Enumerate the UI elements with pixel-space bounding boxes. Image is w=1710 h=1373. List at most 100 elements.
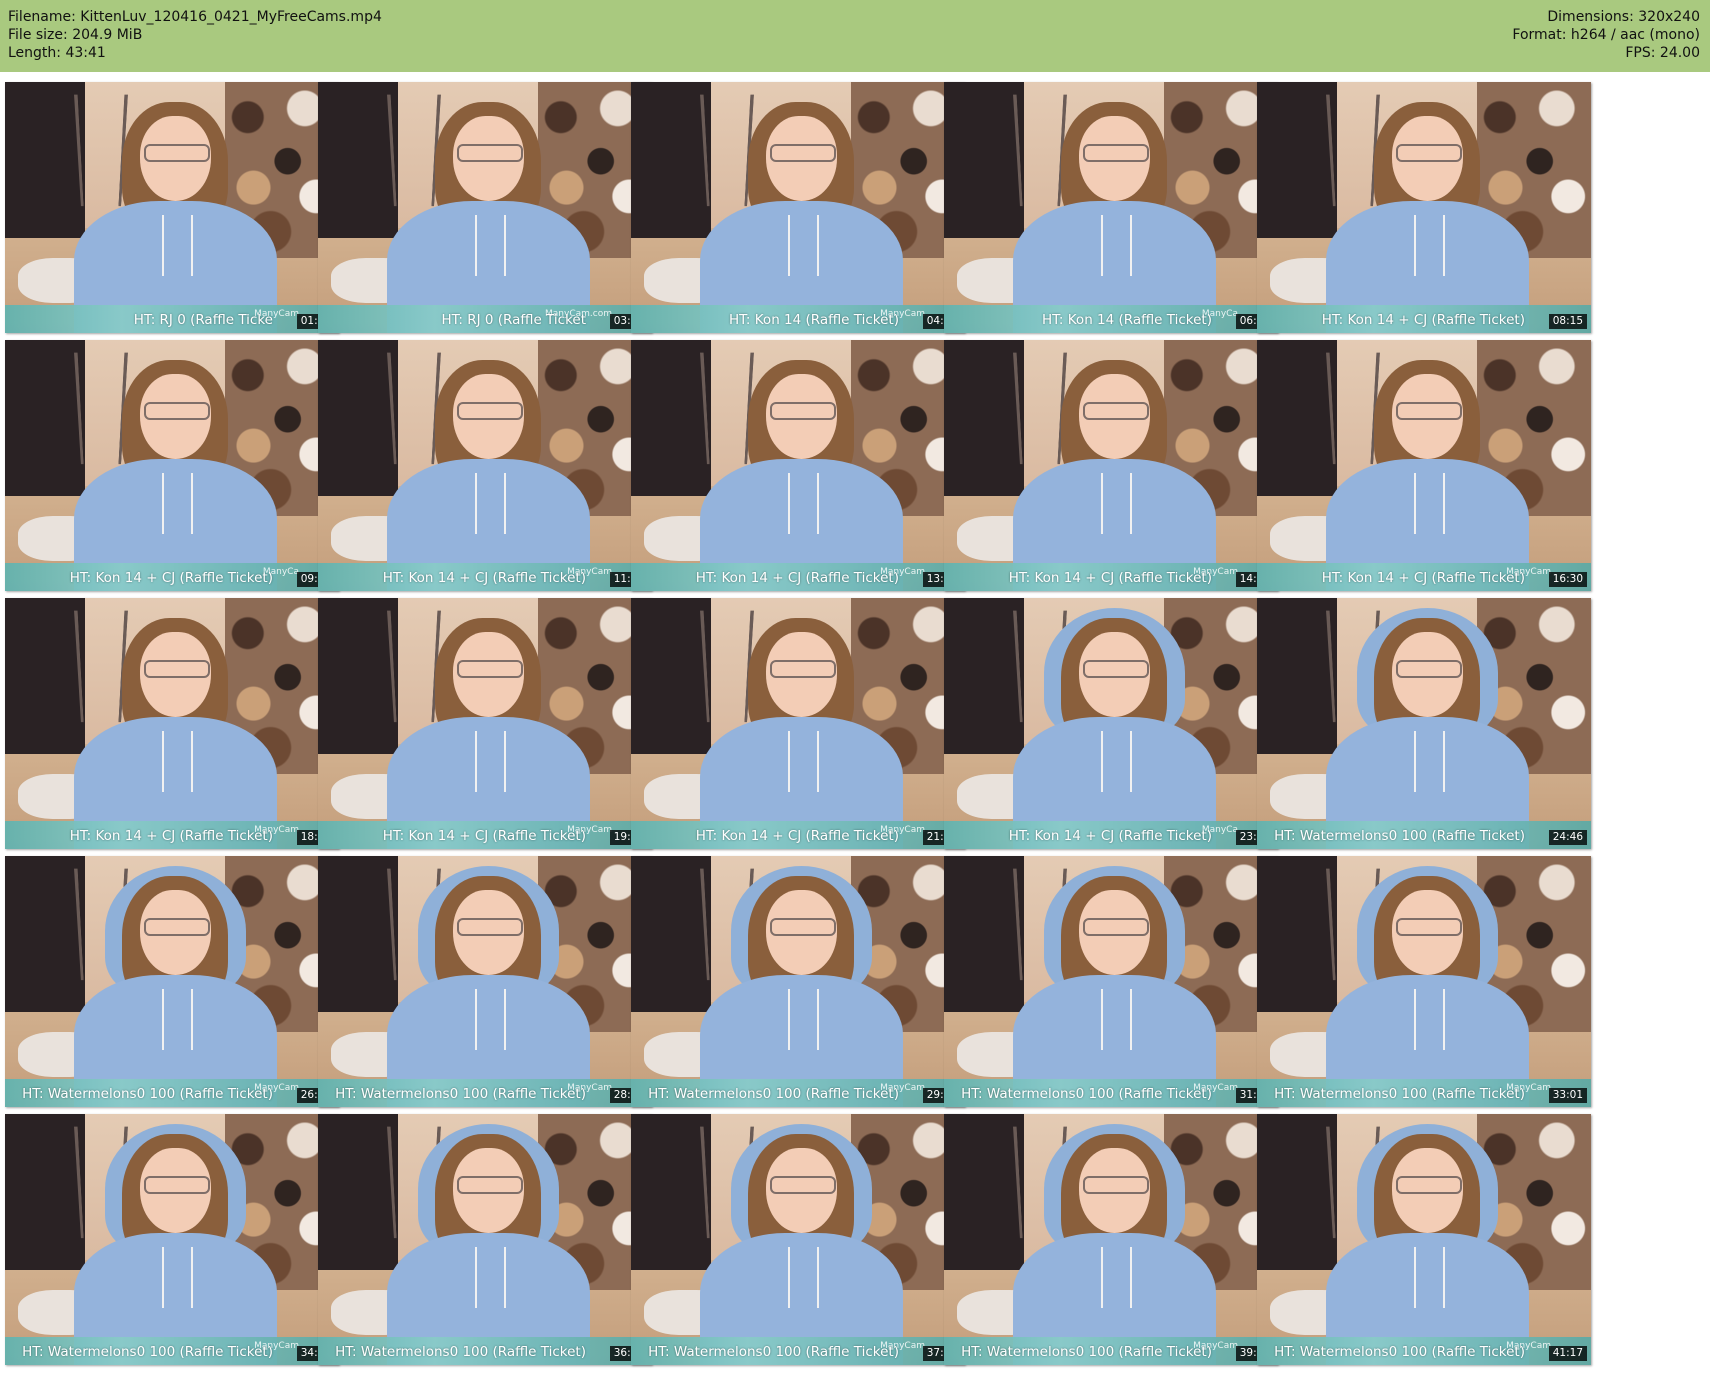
hoodie-strings bbox=[1414, 1247, 1445, 1309]
video-thumbnail[interactable]: ManyCam HT: Kon 14 + CJ (Raffle Ticket) 21… bbox=[631, 598, 965, 849]
glasses-shape bbox=[770, 918, 837, 937]
webcam-frame-image bbox=[1257, 340, 1591, 591]
hoodie-strings bbox=[475, 473, 506, 535]
video-thumbnail[interactable]: ManyCam HT: Watermelons0 100 (Raffle Tick… bbox=[5, 1114, 339, 1365]
video-thumbnail[interactable]: ManyCam HT: Watermelons0 100 (Raffle Tick… bbox=[1257, 1114, 1591, 1365]
thumbnail-caption: HT: Kon 14 (Raffle Ticket) bbox=[729, 312, 899, 328]
glasses-shape bbox=[1083, 402, 1150, 421]
glasses-shape bbox=[457, 918, 524, 937]
thumbnail-caption: HT: RJ 0 (Raffle Ticket bbox=[441, 312, 587, 328]
person-figure bbox=[378, 866, 598, 1107]
person-figure bbox=[65, 97, 285, 333]
video-thumbnail[interactable]: ManyCam HT: Kon 14 + CJ (Raffle Ticket) 19… bbox=[318, 598, 652, 849]
glasses-shape bbox=[1083, 918, 1150, 937]
person-figure bbox=[691, 355, 911, 591]
glasses-shape bbox=[144, 402, 211, 421]
video-thumbnail[interactable]: ManyCa HT: Kon 14 + CJ (Raffle Ticket) 23:… bbox=[944, 598, 1278, 849]
person-figure bbox=[1004, 1124, 1224, 1365]
glasses-shape bbox=[1396, 144, 1463, 163]
video-thumbnail[interactable]: ManyCam.com HT: RJ 0 (Raffle Ticket 03:18 bbox=[318, 82, 652, 333]
hoodie-strings bbox=[1414, 989, 1445, 1051]
thumbnail-timestamp: 33:01 bbox=[1548, 1088, 1587, 1103]
person-figure bbox=[1004, 355, 1224, 591]
video-thumbnail[interactable]: ManyCa HT: Kon 14 (Raffle Ticket) 06:36 bbox=[944, 82, 1278, 333]
webcam-frame-image bbox=[631, 82, 965, 333]
thumbnail-caption: HT: Watermelons0 100 (Raffle Ticket) bbox=[22, 1086, 273, 1102]
webcam-frame-image bbox=[318, 340, 652, 591]
video-thumbnail[interactable]: ManyCam HT: Watermelons0 100 (Raffle Tick… bbox=[631, 1114, 965, 1365]
glasses-shape bbox=[457, 660, 524, 679]
webcam-frame-image bbox=[318, 598, 652, 849]
thumbnail-caption: HT: Watermelons0 100 (Raffle Ticket) bbox=[335, 1086, 586, 1102]
thumbnail-caption: HT: Kon 14 + CJ (Raffle Ticket) bbox=[69, 828, 273, 844]
thumbnail-timestamp: 08:15 bbox=[1548, 314, 1587, 329]
video-thumbnail[interactable]: ManyCam HT: Watermelons0 100 (Raffle Tick… bbox=[631, 856, 965, 1107]
video-thumbnail[interactable]: ManyCam HT: Watermelons0 100 (Raffle Tick… bbox=[5, 856, 339, 1107]
person-figure bbox=[378, 613, 598, 849]
glasses-shape bbox=[770, 402, 837, 421]
webcam-frame-image bbox=[944, 340, 1278, 591]
webcam-frame-image bbox=[944, 856, 1278, 1107]
hoodie-strings bbox=[475, 731, 506, 793]
glasses-shape bbox=[144, 660, 211, 679]
person-figure bbox=[1317, 1124, 1537, 1365]
video-thumbnail[interactable]: HT: Kon 14 + CJ (Raffle Ticket) 08:15 bbox=[1257, 82, 1591, 333]
person-figure bbox=[378, 97, 598, 333]
thumbnail-caption: HT: Kon 14 + CJ (Raffle Ticket) bbox=[695, 828, 899, 844]
video-thumbnail[interactable]: HT: Watermelons0 100 (Raffle Ticket) 36:1… bbox=[318, 1114, 652, 1365]
video-thumbnail[interactable]: ManyCam HT: Kon 14 (Raffle Ticket) 04:57 bbox=[631, 82, 965, 333]
file-info-header: Filename: KittenLuv_120416_0421_MyFreeCa… bbox=[0, 0, 1710, 72]
hoodie-strings bbox=[788, 731, 819, 793]
thumbnail-caption: HT: Watermelons0 100 (Raffle Ticket) bbox=[961, 1344, 1212, 1360]
hoodie-strings bbox=[788, 215, 819, 277]
person-figure bbox=[378, 355, 598, 591]
webcam-frame-image bbox=[631, 856, 965, 1107]
video-thumbnail[interactable]: ManyCam HT: Watermelons0 100 (Raffle Tick… bbox=[318, 856, 652, 1107]
webcam-frame-image bbox=[1257, 598, 1591, 849]
webcam-frame-image bbox=[5, 340, 339, 591]
glasses-shape bbox=[457, 1176, 524, 1195]
video-thumbnail[interactable]: ManyCam HT: Kon 14 + CJ (Raffle Ticket) 13… bbox=[631, 340, 965, 591]
hoodie-strings bbox=[475, 1247, 506, 1309]
thumbnail-caption: HT: Kon 14 + CJ (Raffle Ticket) bbox=[1008, 828, 1212, 844]
webcam-frame-image bbox=[944, 82, 1278, 333]
thumbnail-caption: HT: Kon 14 + CJ (Raffle Ticket) bbox=[1321, 312, 1525, 328]
thumbnail-caption: HT: Watermelons0 100 (Raffle Ticket) bbox=[648, 1086, 899, 1102]
person-figure bbox=[1004, 608, 1224, 849]
hoodie-strings bbox=[162, 989, 193, 1051]
hoodie-strings bbox=[162, 731, 193, 793]
video-thumbnail[interactable]: ManyCam HT: Kon 14 + CJ (Raffle Ticket) 16… bbox=[1257, 340, 1591, 591]
video-thumbnail[interactable]: ManyCam HT: Watermelons0 100 (Raffle Tick… bbox=[1257, 856, 1591, 1107]
hoodie-strings bbox=[1101, 1247, 1132, 1309]
webcam-frame-image bbox=[631, 340, 965, 591]
hoodie-strings bbox=[1101, 473, 1132, 535]
thumbnail-caption: HT: Kon 14 + CJ (Raffle Ticket) bbox=[1321, 570, 1525, 586]
video-thumbnail[interactable]: ManyCam HT: RJ 0 (Raffle Ticke 01:39 bbox=[5, 82, 339, 333]
person-figure bbox=[1317, 866, 1537, 1107]
thumbnail-caption: HT: Kon 14 + CJ (Raffle Ticket) bbox=[382, 828, 586, 844]
hoodie-strings bbox=[1101, 989, 1132, 1051]
video-thumbnail[interactable]: ManyCa HT: Kon 14 + CJ (Raffle Ticket) 09:… bbox=[5, 340, 339, 591]
glasses-shape bbox=[144, 1176, 211, 1195]
webcam-frame-image bbox=[631, 598, 965, 849]
glasses-shape bbox=[144, 918, 211, 937]
person-figure bbox=[691, 97, 911, 333]
glasses-shape bbox=[1396, 1176, 1463, 1195]
glasses-shape bbox=[1396, 918, 1463, 937]
video-thumbnail[interactable]: ManyCam HT: Kon 14 + CJ (Raffle Ticket) 14… bbox=[944, 340, 1278, 591]
video-thumbnail[interactable]: ManyCam HT: Watermelons0 100 (Raffle Tick… bbox=[944, 856, 1278, 1107]
video-thumbnail[interactable]: HT: Watermelons0 100 (Raffle Ticket) 24:4… bbox=[1257, 598, 1591, 849]
person-figure bbox=[1004, 866, 1224, 1107]
glasses-shape bbox=[457, 402, 524, 421]
hoodie-strings bbox=[162, 473, 193, 535]
glasses-shape bbox=[1083, 144, 1150, 163]
hoodie-strings bbox=[788, 1247, 819, 1309]
thumbnail-caption: HT: Kon 14 + CJ (Raffle Ticket) bbox=[695, 570, 899, 586]
video-thumbnail[interactable]: ManyCam HT: Watermelons0 100 (Raffle Tick… bbox=[944, 1114, 1278, 1365]
video-thumbnail[interactable]: ManyCam HT: Kon 14 + CJ (Raffle Ticket) 18… bbox=[5, 598, 339, 849]
webcam-frame-image bbox=[1257, 82, 1591, 333]
hoodie-strings bbox=[162, 1247, 193, 1309]
video-thumbnail[interactable]: ManyCam HT: Kon 14 + CJ (Raffle Ticket) 11… bbox=[318, 340, 652, 591]
webcam-frame-image bbox=[5, 598, 339, 849]
thumbnail-caption: HT: Watermelons0 100 (Raffle Ticket) bbox=[648, 1344, 899, 1360]
